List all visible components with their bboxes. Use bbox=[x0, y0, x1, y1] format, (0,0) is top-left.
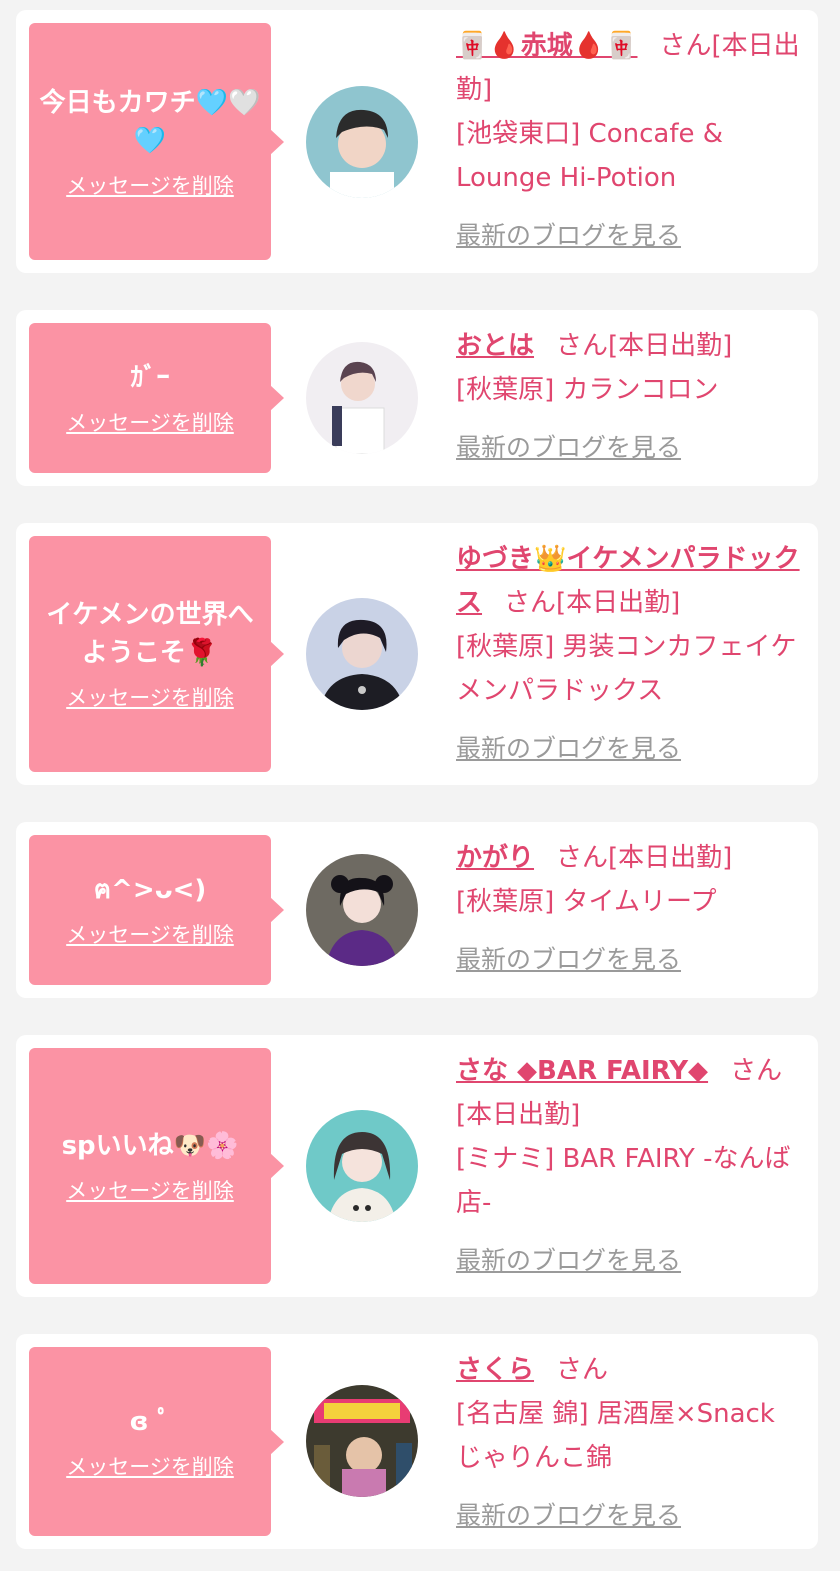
message-text: 今日もカワチ🩵🤍🩵 bbox=[39, 87, 261, 156]
avatar[interactable] bbox=[306, 86, 418, 198]
delete-message-link[interactable]: メッセージを削除 bbox=[66, 407, 234, 437]
latest-blog-link[interactable]: 最新のブログを見る bbox=[456, 938, 681, 982]
honorific: さん bbox=[659, 31, 712, 61]
cast-name-link[interactable]: かがり bbox=[456, 843, 534, 873]
honorific: さん bbox=[556, 331, 609, 361]
message-text: ɞ ﾟ bbox=[129, 1406, 171, 1437]
delete-message-link[interactable]: メッセージを削除 bbox=[66, 919, 234, 949]
cast-info: おとは さん[本日出勤] [秋葉原] カランコロン 最新のブログを見る bbox=[456, 324, 801, 470]
message-card: ɞ ﾟ メッセージを削除 さくら さん [名古屋 錦] 居酒屋×Snack じゃり… bbox=[16, 1334, 818, 1549]
latest-blog-link[interactable]: 最新のブログを見る bbox=[456, 727, 681, 771]
honorific: さん bbox=[556, 843, 609, 873]
avatar[interactable] bbox=[306, 1385, 418, 1497]
shop-name: [名古屋 錦] 居酒屋×Snack じゃりんこ錦 bbox=[456, 1399, 775, 1473]
attendance-status: [本日出勤] bbox=[608, 843, 733, 873]
honorific: さん bbox=[730, 1056, 783, 1086]
delete-message-link[interactable]: メッセージを削除 bbox=[66, 682, 234, 712]
latest-blog-link[interactable]: 最新のブログを見る bbox=[456, 426, 681, 470]
message-bubble: 今日もカワチ🩵🤍🩵 メッセージを削除 bbox=[29, 23, 284, 260]
latest-blog-link[interactable]: 最新のブログを見る bbox=[456, 1239, 681, 1283]
latest-blog-link[interactable]: 最新のブログを見る bbox=[456, 1494, 681, 1538]
cast-name-link[interactable]: 🀄🩸赤城🩸🀄 bbox=[456, 31, 638, 61]
message-text: spいいね🐶🌸 bbox=[61, 1131, 239, 1161]
message-card: spいいね🐶🌸 メッセージを削除 さな ◆BAR FAIRY◆ さん [本日出勤] … bbox=[16, 1035, 818, 1297]
honorific: さん bbox=[504, 588, 557, 618]
cast-name-link[interactable]: さくら bbox=[456, 1355, 534, 1385]
attendance-status: [本日出勤] bbox=[608, 331, 733, 361]
message-bubble: spいいね🐶🌸 メッセージを削除 bbox=[29, 1048, 284, 1284]
shop-name: [秋葉原] 男装コンカフェイケメンパラドックス bbox=[456, 632, 797, 706]
shop-name: [池袋東口] Concafe & Lounge Hi-Potion bbox=[456, 119, 724, 193]
message-text: イケメンの世界へようこそ🌹 bbox=[46, 600, 254, 668]
message-bubble: イケメンの世界へようこそ🌹 メッセージを削除 bbox=[29, 536, 284, 772]
attendance-status: [本日出勤] bbox=[556, 588, 681, 618]
honorific: さん bbox=[556, 1355, 609, 1385]
cast-info: さくら さん [名古屋 錦] 居酒屋×Snack じゃりんこ錦 最新のブログを見る bbox=[456, 1348, 801, 1538]
message-bubble: ฅ^>ᴗ<) メッセージを削除 bbox=[29, 835, 284, 985]
avatar[interactable] bbox=[306, 342, 418, 454]
cast-info: 🀄🩸赤城🩸🀄 さん[本日出勤] [池袋東口] Concafe & Lounge H… bbox=[456, 24, 801, 258]
message-card: 今日もカワチ🩵🤍🩵 メッセージを削除 🀄🩸赤城🩸🀄 さん[本日出勤] [池袋東口]… bbox=[16, 10, 818, 273]
avatar[interactable] bbox=[306, 598, 418, 710]
delete-message-link[interactable]: メッセージを削除 bbox=[66, 170, 234, 200]
message-text: ฅ^>ᴗ<) bbox=[93, 875, 207, 905]
message-card: ｶﾞｰ メッセージを削除 おとは さん[本日出勤] [秋葉原] カランコロン 最新… bbox=[16, 310, 818, 486]
cast-info: ゆづき👑イケメンパラドックス さん[本日出勤] [秋葉原] 男装コンカフェイケメン… bbox=[456, 537, 801, 771]
message-card: イケメンの世界へようこそ🌹 メッセージを削除 ゆづき👑イケメンパラドックス さん[… bbox=[16, 523, 818, 785]
avatar[interactable] bbox=[306, 854, 418, 966]
shop-name: [ミナミ] BAR FAIRY -なんば店- bbox=[456, 1144, 791, 1218]
latest-blog-link[interactable]: 最新のブログを見る bbox=[456, 214, 681, 258]
cast-info: かがり さん[本日出勤] [秋葉原] タイムリープ 最新のブログを見る bbox=[456, 836, 801, 982]
message-bubble: ɞ ﾟ メッセージを削除 bbox=[29, 1347, 284, 1536]
shop-name: [秋葉原] カランコロン bbox=[456, 375, 719, 405]
message-text: ｶﾞｰ bbox=[130, 363, 170, 393]
message-card: ฅ^>ᴗ<) メッセージを削除 かがり さん[本日出勤] [秋葉原] タイムリープ… bbox=[16, 822, 818, 998]
avatar[interactable] bbox=[306, 1110, 418, 1222]
cast-info: さな ◆BAR FAIRY◆ さん [本日出勤] [ミナミ] BAR FAIRY -… bbox=[456, 1049, 801, 1283]
message-bubble: ｶﾞｰ メッセージを削除 bbox=[29, 323, 284, 473]
cast-name-link[interactable]: さな ◆BAR FAIRY◆ bbox=[456, 1056, 708, 1086]
shop-name: [秋葉原] タイムリープ bbox=[456, 887, 717, 917]
delete-message-link[interactable]: メッセージを削除 bbox=[66, 1451, 234, 1481]
cast-name-link[interactable]: おとは bbox=[456, 331, 534, 361]
delete-message-link[interactable]: メッセージを削除 bbox=[66, 1175, 234, 1205]
attendance-status: [本日出勤] bbox=[456, 1100, 581, 1130]
